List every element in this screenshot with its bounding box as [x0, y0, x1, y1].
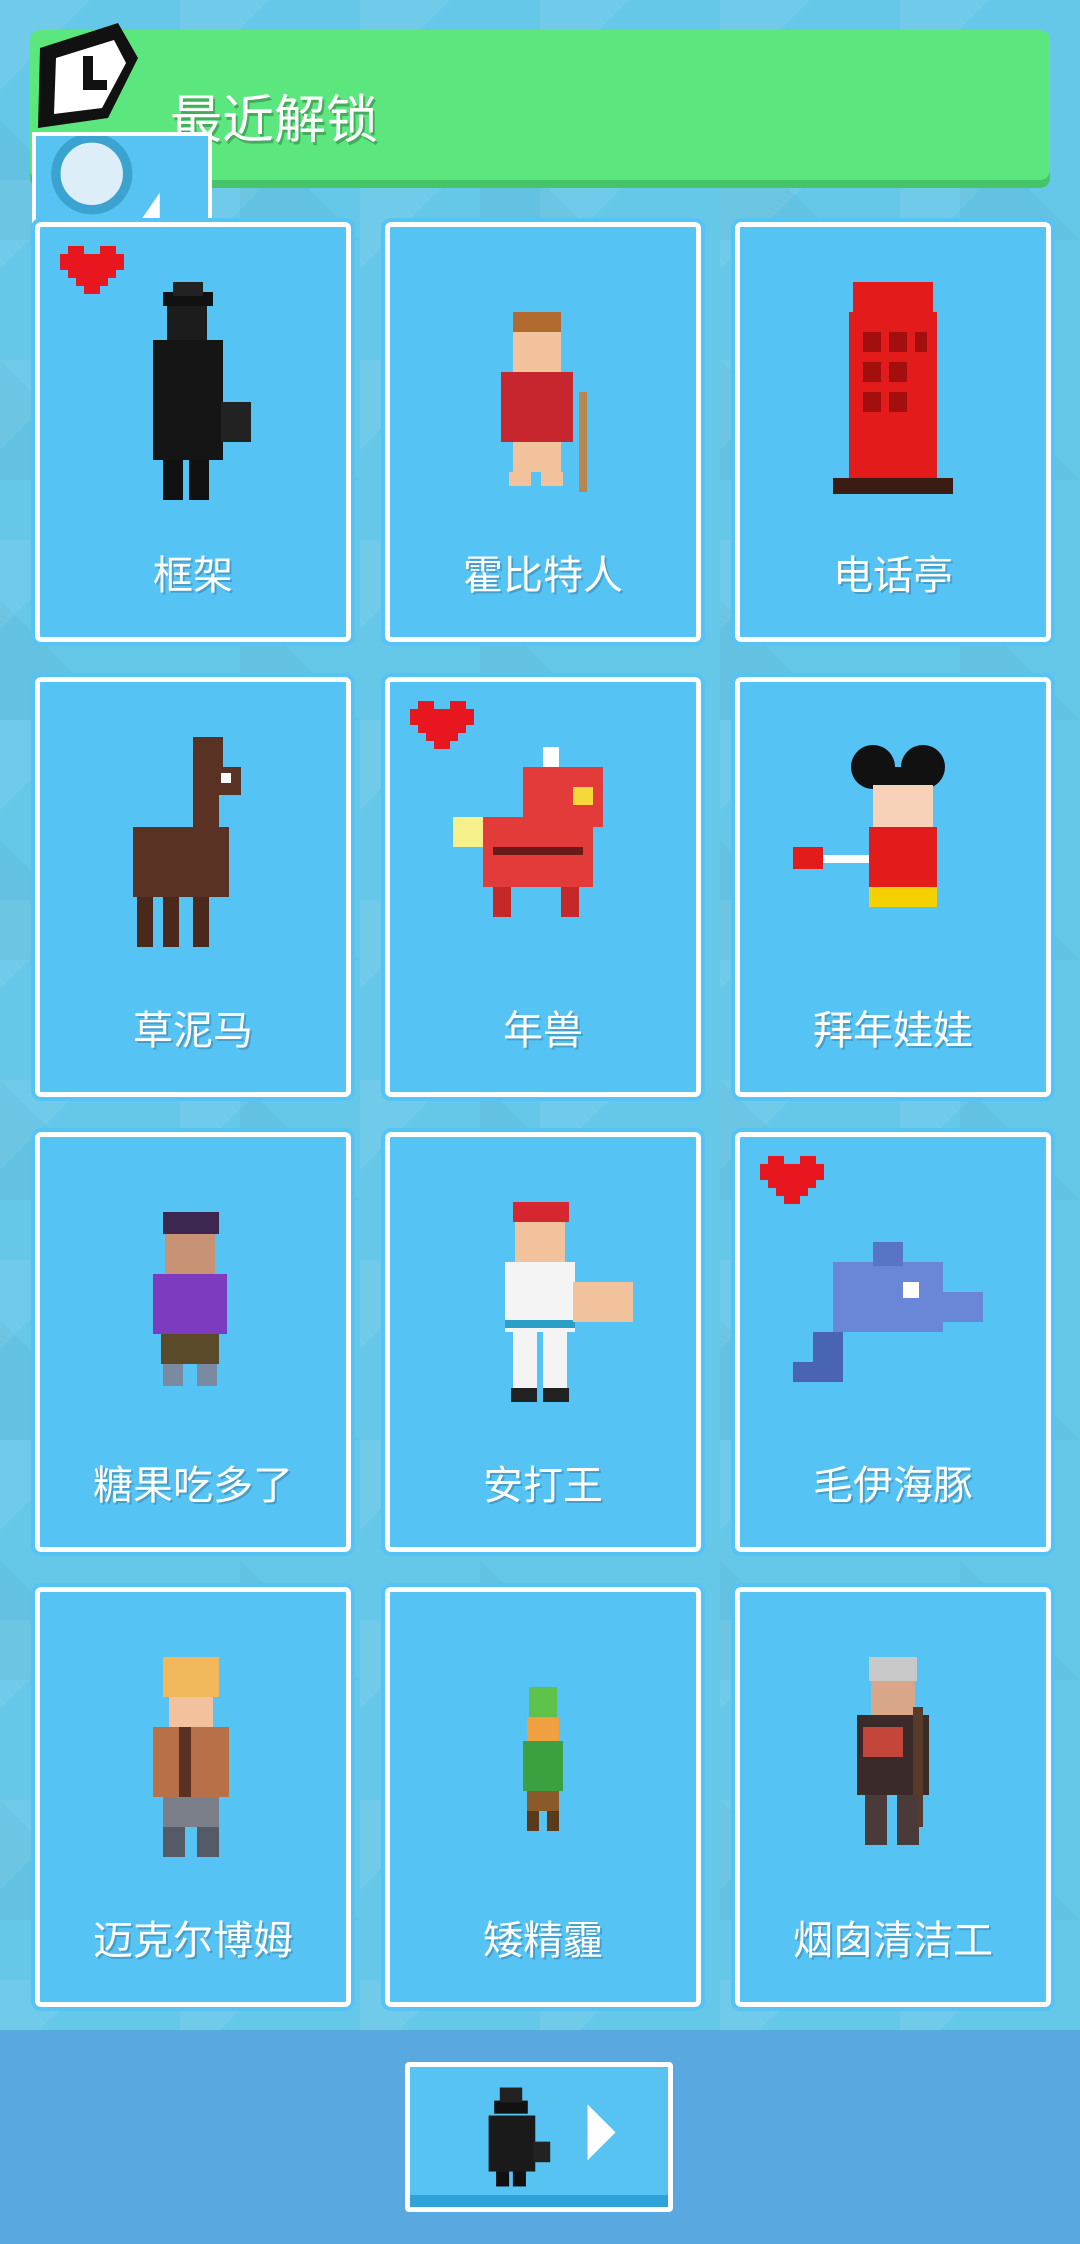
character-card[interactable]: 拜年娃娃	[731, 673, 1055, 1101]
character-card[interactable]: 框架	[31, 218, 355, 646]
character-card[interactable]: 矮精霾	[381, 1583, 705, 2011]
phone-booth-icon	[833, 282, 953, 494]
character-name: 迈克尔博姆	[93, 1918, 293, 1964]
character-name: 毛伊海豚	[813, 1463, 973, 1509]
button-shadow-strip	[410, 2195, 668, 2207]
dolphin-icon	[793, 1242, 983, 1382]
character-name: 安打王	[483, 1463, 603, 1509]
character-card[interactable]: 霍比特人	[381, 218, 705, 646]
character-name: 矮精霾	[483, 1918, 603, 1964]
clock-icon	[38, 23, 138, 128]
new-year-doll-icon	[793, 745, 945, 907]
candy-kid-icon	[153, 1212, 227, 1386]
play-button[interactable]	[405, 2062, 673, 2212]
character-card[interactable]: 安打王	[381, 1128, 705, 1556]
character-name: 电话亭	[833, 553, 953, 599]
chimney-sweep-icon	[857, 1657, 929, 1845]
heart-icon	[760, 1156, 824, 1204]
character-name: 拜年娃娃	[813, 1008, 973, 1054]
heart-icon	[60, 246, 124, 294]
character-card[interactable]: 迈克尔博姆	[31, 1583, 355, 2011]
selected-character-icon	[488, 2087, 551, 2187]
character-card[interactable]: 糖果吃多了	[31, 1128, 355, 1556]
character-name: 草泥马	[133, 1008, 253, 1054]
hobbit-character-icon	[501, 312, 587, 492]
character-name: 霍比特人	[463, 553, 623, 599]
nian-beast-icon	[453, 747, 603, 917]
play-arrow-icon	[587, 2104, 616, 2161]
character-card[interactable]: 烟囱清洁工	[731, 1583, 1055, 2011]
character-card[interactable]: 电话亭	[731, 218, 1055, 646]
baseball-player-icon	[505, 1202, 633, 1402]
leprechaun-icon	[523, 1687, 563, 1831]
guitarist-icon	[153, 1657, 229, 1857]
heart-icon	[410, 701, 474, 749]
llama-icon	[133, 737, 241, 947]
character-name: 糖果吃多了	[93, 1463, 293, 1509]
character-name: 年兽	[503, 1008, 583, 1054]
character-card[interactable]: 毛伊海豚	[731, 1128, 1055, 1556]
black-suit-character-icon	[153, 282, 251, 500]
character-card[interactable]: 草泥马	[31, 673, 355, 1101]
character-name: 框架	[153, 553, 233, 599]
character-card[interactable]: 年兽	[381, 673, 705, 1101]
character-name: 烟囱清洁工	[793, 1918, 993, 1964]
